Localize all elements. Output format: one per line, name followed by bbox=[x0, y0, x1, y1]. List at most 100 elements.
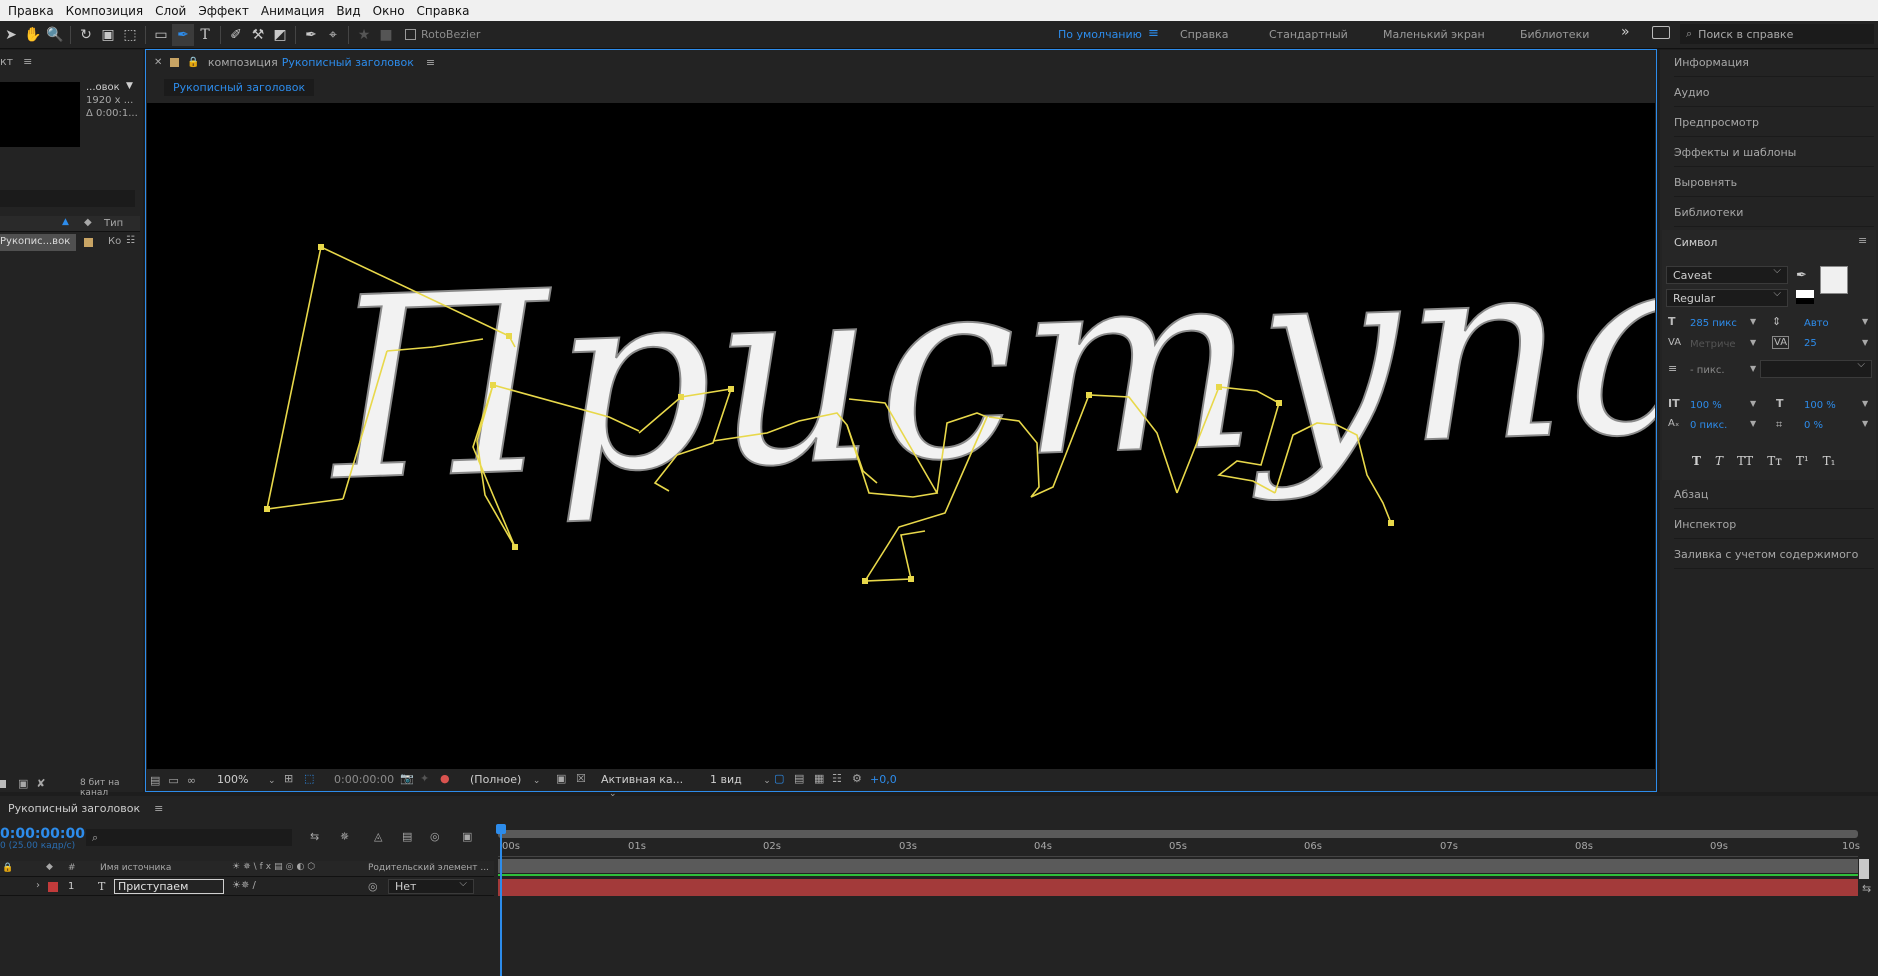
baseline-shift-value[interactable]: 0 пикс. bbox=[1690, 420, 1727, 431]
rotobezier-option[interactable]: RotoBezier bbox=[405, 28, 480, 41]
chevron-down-icon[interactable]: ▼ bbox=[1862, 317, 1868, 326]
workspace-default[interactable]: По умолчанию bbox=[1058, 28, 1142, 41]
menu-layer[interactable]: Слой bbox=[155, 4, 186, 18]
brush-tool-icon[interactable]: ✐ bbox=[225, 24, 247, 46]
menu-view[interactable]: Вид bbox=[336, 4, 360, 18]
reset-exposure-icon[interactable]: ⚙ bbox=[852, 772, 862, 785]
new-comp-icon[interactable]: ▣ bbox=[18, 777, 28, 790]
puppet-pin-tool-icon[interactable]: ⌖ bbox=[322, 24, 344, 46]
eyedropper-icon[interactable]: ✒ bbox=[1796, 268, 1807, 283]
panel-menu-icon[interactable]: ≡ bbox=[1858, 234, 1867, 247]
comp-button-icon[interactable]: ⇆ bbox=[1862, 882, 1871, 895]
panel-menu-icon[interactable]: ≡ bbox=[154, 802, 163, 815]
chevron-down-icon[interactable]: ▼ bbox=[1750, 419, 1756, 428]
close-tab-icon[interactable]: ✕ bbox=[154, 57, 162, 68]
layer-name[interactable]: Приступаем bbox=[114, 879, 224, 894]
help-search-input[interactable]: Поиск в справке bbox=[1698, 28, 1793, 41]
anchor-point[interactable] bbox=[1216, 384, 1222, 390]
timeline-tab[interactable]: Рукописный заголовок ≡ bbox=[8, 802, 163, 815]
more-workspaces-icon[interactable]: » bbox=[1621, 24, 1630, 40]
axis-mode-icon[interactable]: ■ bbox=[375, 24, 397, 46]
kerning-value[interactable]: Метриче bbox=[1690, 339, 1736, 350]
time-ruler[interactable]: 00s 01s 02s 03s 04s 05s 06s 07s 08s 09s … bbox=[498, 841, 1860, 857]
timeline-search-input[interactable]: ⌕ bbox=[86, 829, 292, 846]
workspace-small-screen[interactable]: Маленький экран bbox=[1383, 28, 1485, 41]
vr-glasses-icon[interactable]: ∞ bbox=[187, 774, 196, 787]
clone-stamp-tool-icon[interactable]: ⚒ bbox=[247, 24, 269, 46]
anchor-point[interactable] bbox=[678, 394, 684, 400]
expand-arrow-icon[interactable]: › bbox=[36, 880, 40, 891]
comp-flowchart-icon[interactable]: ▦ bbox=[814, 772, 824, 785]
anchor-point[interactable] bbox=[1388, 520, 1394, 526]
chevron-down-icon[interactable]: ▼ bbox=[1750, 364, 1756, 373]
motion-blur-icon[interactable]: ◎ bbox=[430, 830, 440, 843]
current-time-indicator[interactable] bbox=[500, 826, 502, 976]
type-tool-icon[interactable]: T bbox=[194, 24, 216, 46]
monitor-icon[interactable]: ▭ bbox=[168, 774, 178, 787]
composition-mini-flowchart-icon[interactable]: ⇆ bbox=[310, 830, 319, 843]
current-time[interactable]: 0:00:00:00 bbox=[0, 826, 85, 842]
project-search-input[interactable] bbox=[0, 190, 135, 207]
panel-preview[interactable]: Предпросмотр bbox=[1674, 109, 1874, 137]
sort-arrow-icon[interactable]: ▲ bbox=[62, 217, 69, 227]
anchor-point[interactable] bbox=[908, 576, 914, 582]
panel-paragraph[interactable]: Абзац bbox=[1674, 481, 1874, 509]
anchor-point[interactable] bbox=[318, 244, 324, 250]
playhead-handle[interactable] bbox=[496, 824, 506, 834]
rotobezier-checkbox[interactable] bbox=[405, 29, 416, 40]
stroke-width-value[interactable]: - пикс. bbox=[1690, 365, 1725, 376]
comp-viewer[interactable]: Приступаем bbox=[147, 103, 1655, 769]
small-caps-button[interactable]: Tт bbox=[1767, 454, 1782, 468]
anchor-point[interactable] bbox=[1276, 400, 1282, 406]
timeline-end-marker[interactable] bbox=[1859, 859, 1869, 879]
leading-value[interactable]: Авто bbox=[1804, 318, 1829, 329]
pickwhip-icon[interactable]: ◎ bbox=[368, 880, 378, 893]
label-tag-icon[interactable]: ◆ bbox=[84, 217, 92, 228]
project-item[interactable]: Рукопис...вок Ко ☷ bbox=[0, 234, 140, 251]
viewer-timecode[interactable]: 0:00:00:00 bbox=[334, 773, 394, 786]
always-preview-icon[interactable]: ▤ bbox=[150, 774, 160, 787]
panel-menu-icon[interactable]: ≡ bbox=[426, 56, 435, 69]
all-caps-button[interactable]: TT bbox=[1737, 454, 1753, 468]
trash-icon[interactable]: ✘ bbox=[36, 777, 45, 790]
snapshot-icon[interactable]: 📷 bbox=[400, 772, 414, 785]
vertical-scale-value[interactable]: 100 % bbox=[1690, 400, 1722, 411]
rotate-tool-icon[interactable]: ↻ bbox=[75, 24, 97, 46]
chevron-down-icon[interactable]: ▼ bbox=[1862, 338, 1868, 347]
camera-tool-icon[interactable]: ▣ bbox=[97, 24, 119, 46]
layer-row[interactable]: › 1 T Приступаем ☀✵ / ◎ Нет bbox=[0, 878, 494, 896]
panel-inspector[interactable]: Инспектор bbox=[1674, 511, 1874, 539]
subscript-button[interactable]: T₁ bbox=[1823, 454, 1836, 468]
comp-tab-name[interactable]: Рукописный заголовок bbox=[282, 56, 414, 69]
label-tag-icon[interactable]: ◆ bbox=[46, 862, 53, 872]
workspace-menu-icon[interactable]: ≡ bbox=[1148, 26, 1159, 41]
default-colors-icon[interactable] bbox=[1796, 290, 1814, 304]
resolution-select[interactable]: (Полное) ⌄ bbox=[470, 773, 550, 786]
chevron-down-icon[interactable]: ▼ bbox=[1862, 399, 1868, 408]
superscript-button[interactable]: T¹ bbox=[1796, 454, 1809, 468]
toggle-pixel-aspect-icon[interactable]: ▢ bbox=[774, 772, 784, 785]
exposure-value[interactable]: +0,0 bbox=[870, 773, 897, 786]
workspace-help[interactable]: Справка bbox=[1180, 28, 1228, 41]
comp-text-layer[interactable]: Приступаем bbox=[322, 184, 1655, 538]
layer-switch-icons[interactable]: ☀✵ / bbox=[232, 880, 256, 891]
anchor-point[interactable] bbox=[506, 333, 512, 339]
col-parent[interactable]: Родительский элемент ... bbox=[368, 863, 489, 873]
anchor-point[interactable] bbox=[490, 382, 496, 388]
label-color-swatch[interactable] bbox=[84, 238, 93, 247]
magnification-select[interactable]: 100% ⌄ bbox=[217, 773, 277, 786]
panel-audio[interactable]: Аудио bbox=[1674, 79, 1874, 107]
label-color-swatch[interactable] bbox=[48, 882, 58, 892]
parent-select[interactable]: Нет bbox=[388, 878, 474, 894]
lock-icon[interactable]: 🔒 bbox=[187, 57, 199, 68]
menu-composition[interactable]: Композиция bbox=[66, 4, 143, 18]
col-source-name[interactable]: Имя источника bbox=[100, 863, 171, 873]
pan-behind-tool-icon[interactable]: ⬚ bbox=[119, 24, 141, 46]
interpret-footage-icon[interactable] bbox=[0, 779, 6, 788]
hand-tool-icon[interactable]: ✋ bbox=[22, 24, 44, 46]
menu-effect[interactable]: Эффект bbox=[198, 4, 249, 18]
channel-icon[interactable]: ● bbox=[440, 772, 450, 785]
panel-libraries[interactable]: Библиотеки bbox=[1674, 199, 1874, 227]
star-icon[interactable]: ★ bbox=[353, 24, 375, 46]
chevron-down-icon[interactable]: ▼ bbox=[1862, 419, 1868, 428]
